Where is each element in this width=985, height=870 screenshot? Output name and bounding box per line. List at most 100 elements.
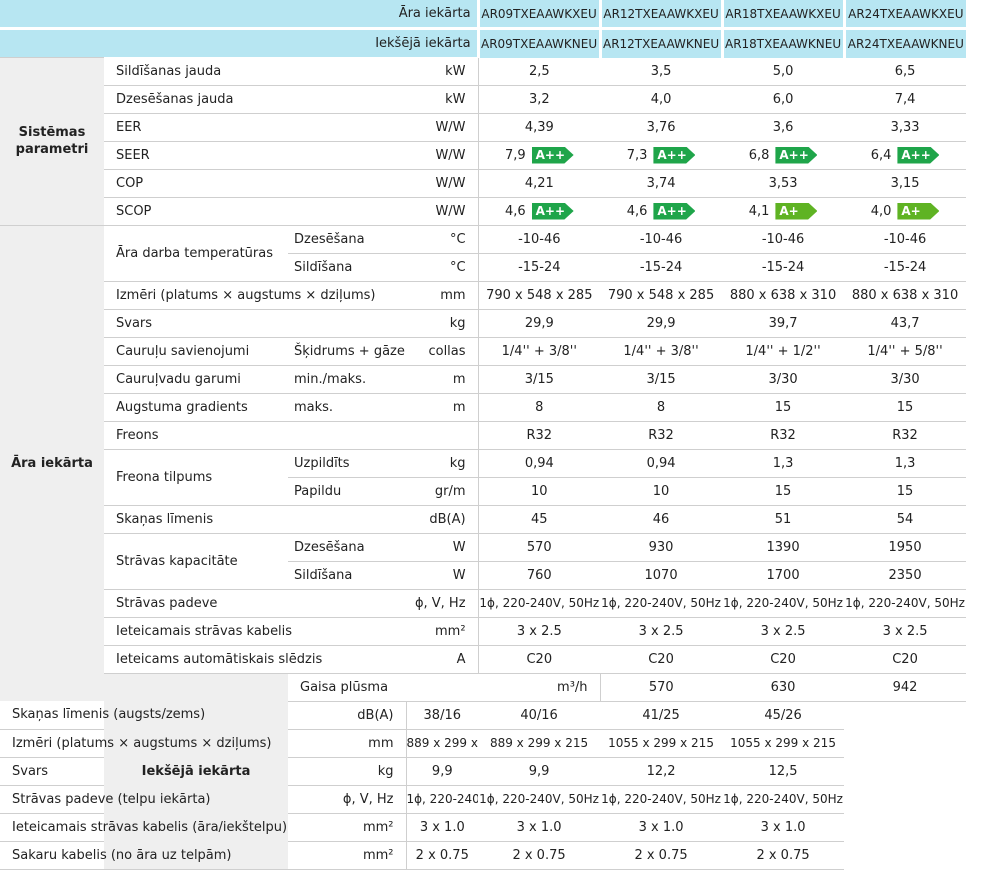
spec-value: 3,74 [600,169,723,198]
spec-value: 1055 x 299 x 215 [722,729,845,758]
spec-unit [406,421,479,450]
spec-value: 1ϕ, 220-240V, 50Hz [722,589,845,618]
spec-unit: kg [288,757,406,786]
spec-value: 45 [477,505,601,534]
spec-label: Strāvas padeve (telpu iekārta) [0,785,288,814]
spec-value: R32 [722,421,845,450]
indoor-model: AR12TXEAAWKNEU [598,30,723,58]
spec-value: 3/15 [600,365,723,394]
spec-sublabel: maks. [288,393,406,422]
spec-value: -15-24 [600,253,723,282]
spec-value: 4,39 [477,113,601,142]
spec-value: -10-46 [722,225,845,254]
spec-label: Sakaru kabelis (no āra uz telpām) [0,841,288,870]
spec-value: 570 [477,533,601,562]
spec-value: 1/4'' + 5/8'' [844,337,967,366]
spec-value: -10-46 [844,225,967,254]
spec-label: Skaņas līmenis [104,505,406,534]
spec-unit: m [406,365,479,394]
spec-row: Augstuma gradients maks. m 8 8 15 15 [0,393,967,422]
spec-value: 3/30 [844,365,967,394]
spec-value: 6,8 [748,147,770,163]
energy-class-badge: A++ [897,146,940,164]
spec-value: 1/4'' + 3/8'' [600,337,723,366]
spec-row: Āra iekārta Āra darba temperatūras Dzesē… [0,224,967,701]
spec-unit: kg [406,309,479,338]
spec-sublabel: Dzesēšana [288,225,406,254]
indoor-model: AR09TXEAAWKNEU [476,30,601,58]
spec-value: 29,9 [477,309,601,338]
spec-table: Āra iekārta AR09TXEAAWKXEU AR12TXEAAWKXE… [0,0,967,870]
spec-value: 45/26 [722,701,845,730]
spec-row: EER W/W 4,39 3,76 3,6 3,33 [0,113,967,142]
spec-unit: mm² [406,617,479,646]
spec-unit: kW [406,85,479,114]
spec-unit: dB(A) [406,505,479,534]
spec-value: 3 x 1.0 [405,813,479,842]
spec-value: -15-24 [844,253,967,282]
spec-value: -15-24 [722,253,845,282]
spec-value: 12,2 [600,757,723,786]
spec-row: Izmēri (platums × augstums × dziļums) mm… [0,281,967,310]
spec-value: 1/4'' + 1/2'' [722,337,845,366]
spec-value: C20 [844,645,967,674]
spec-unit: W/W [406,197,479,226]
energy-class-badge: A+ [775,202,818,220]
outdoor-unit-header: Āra iekārta [0,0,479,27]
spec-value-with-class: 6,4 A++ [844,141,967,170]
spec-label: SEER [104,141,406,170]
spec-value: 570 [599,673,723,702]
spec-value: 3/15 [477,365,601,394]
spec-value-with-class: 4,0 A+ [844,197,967,226]
spec-value: C20 [722,645,845,674]
spec-value: 46 [600,505,723,534]
spec-value: 9,9 [478,757,601,786]
spec-value: 630 [722,673,845,702]
spec-row: Strāvas kapacitāte Dzesēšana W 570 930 1… [0,533,967,590]
spec-value: 1ϕ, 220-240V, 50Hz [405,785,479,814]
spec-value: 7,9 [504,147,526,163]
spec-value: 2350 [844,561,967,590]
spec-value: 3,76 [600,113,723,142]
spec-row: Strāvas padeve (telpu iekārta) ϕ, V, Hz … [0,785,966,814]
outdoor-model: AR09TXEAAWKXEU [476,0,601,27]
spec-value: 9,9 [405,757,479,786]
outdoor-model: AR12TXEAAWKXEU [598,0,723,27]
spec-row: Freona tilpums Uzpildīts kg 0,94 0,94 1,… [0,449,967,506]
spec-value: 3 x 2.5 [477,617,601,646]
spec-value-with-class: 4,6 A++ [477,197,601,226]
spec-value: 1950 [844,533,967,562]
spec-value: 1/4'' + 3/8'' [477,337,601,366]
spec-value: 3 x 2.5 [844,617,967,646]
spec-sublabel: Papildu [288,477,406,506]
spec-value: 15 [722,393,845,422]
spec-label: Cauruļvadu garumi [104,365,288,394]
spec-row: Cauruļu savienojumi Šķidrums + gāze coll… [0,337,967,366]
spec-value: 3 x 1.0 [600,813,723,842]
spec-unit: dB(A) [288,701,406,730]
spec-label: Cauruļu savienojumi [104,337,288,366]
spec-value: 1ϕ, 220-240V, 50Hz [844,589,967,618]
spec-value: 3,2 [477,85,601,114]
indoor-model: AR24TXEAAWKNEU [842,30,967,58]
spec-row: Skaņas līmenis (augsts/zems) dB(A) 38/16… [0,701,966,730]
spec-value: 15 [844,477,967,506]
spec-sublabel: Sildīšana [288,253,406,282]
spec-label: Augstuma gradients [104,393,288,422]
spec-row: Skaņas līmenis dB(A) 45 46 51 54 [0,505,967,534]
spec-value: 1390 [722,533,845,562]
outdoor-model: AR24TXEAAWKXEU [842,0,967,27]
spec-value: 4,1 [748,203,770,219]
energy-class-badge: A++ [531,202,574,220]
spec-value: 2 x 0.75 [600,841,723,870]
outdoor-model: AR18TXEAAWKXEU [720,0,845,27]
energy-class-badge: A++ [531,146,574,164]
spec-value: 3,53 [722,169,845,198]
spec-label: Gaisa plūsma [288,673,479,702]
spec-value: 3/30 [722,365,845,394]
spec-value: 3,5 [600,57,723,86]
spec-row: Ieteicamais strāvas kabelis (āra/iekštel… [0,813,966,842]
spec-value: 790 x 548 x 285 [477,281,601,310]
spec-value: 1,3 [722,449,845,478]
spec-sublabel: Sildīšana [288,561,406,590]
